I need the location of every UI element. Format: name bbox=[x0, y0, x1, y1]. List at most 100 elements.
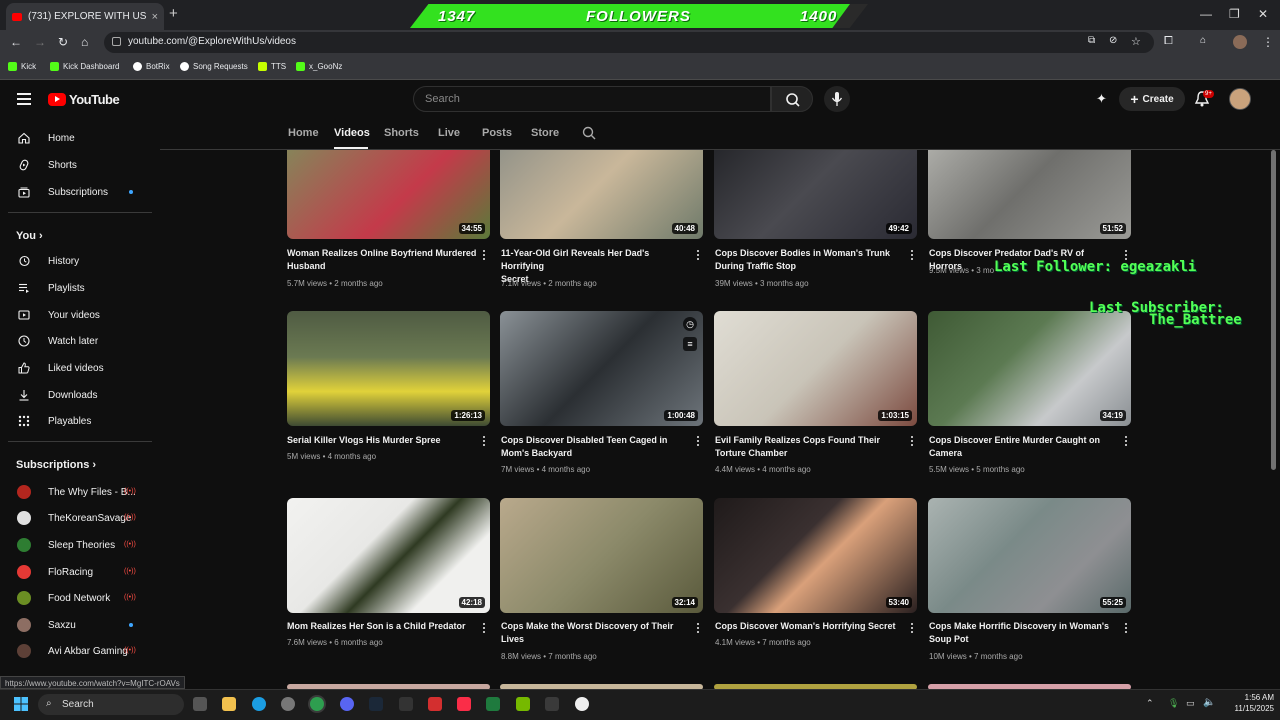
edge-icon[interactable] bbox=[252, 697, 266, 711]
sidebar-item-shorts[interactable]: Shorts bbox=[0, 152, 150, 178]
eye-off-icon[interactable]: ⊘ bbox=[1109, 35, 1117, 46]
page-scrollbar[interactable] bbox=[1271, 150, 1276, 470]
create-button[interactable]: + Create bbox=[1119, 87, 1185, 111]
steam-icon[interactable] bbox=[369, 697, 383, 711]
back-icon[interactable]: ← bbox=[10, 35, 22, 49]
mic-tray-icon[interactable]: 🎙 bbox=[1168, 698, 1179, 709]
watch-later-overlay-icon[interactable]: ◷ bbox=[683, 317, 697, 331]
video-title[interactable]: Mom Realizes Her Son is a Child Predator bbox=[287, 620, 477, 633]
bookmark-botrix[interactable]: BotRix bbox=[133, 62, 170, 71]
network-icon[interactable]: ▭ bbox=[1186, 698, 1195, 709]
bookmark-tts[interactable]: TTS bbox=[258, 62, 286, 71]
music-icon[interactable] bbox=[457, 697, 471, 711]
sidebar-item-playables[interactable]: Playables bbox=[0, 408, 150, 434]
home-browser-icon[interactable]: ⌂ bbox=[81, 35, 88, 49]
bookmark-kick-dashboard[interactable]: Kick Dashboard bbox=[50, 62, 119, 71]
video-title[interactable]: Cops Make the Worst Discovery of Their Li… bbox=[501, 620, 691, 646]
video-thumbnail[interactable]: 42:18 bbox=[287, 498, 490, 613]
reload-icon[interactable]: ↻ bbox=[58, 35, 68, 49]
discord-icon[interactable] bbox=[340, 697, 354, 711]
video-title[interactable]: Cops Discover Woman's Horrifying Secret bbox=[715, 620, 905, 633]
more-options-icon[interactable] bbox=[483, 623, 486, 635]
video-title[interactable]: Evil Family Realizes Cops Found Their Tor… bbox=[715, 434, 905, 460]
settings-icon[interactable] bbox=[281, 697, 295, 711]
system-clock[interactable]: 1:56 AM 11/15/2025 bbox=[1222, 692, 1274, 714]
sidebar-you-header[interactable]: You › bbox=[16, 230, 43, 242]
video-thumbnail[interactable]: 1:00:48 ◷ ≡ bbox=[500, 311, 703, 426]
windows-start-icon[interactable] bbox=[14, 697, 28, 711]
close-window-icon[interactable]: ✕ bbox=[1258, 7, 1268, 21]
sidebar-item-playlists[interactable]: Playlists bbox=[0, 275, 150, 301]
more-options-icon[interactable] bbox=[911, 250, 914, 262]
sidebar-item-downloads[interactable]: Downloads bbox=[0, 382, 150, 408]
video-thumbnail[interactable]: 34:19 bbox=[928, 311, 1131, 426]
tab-home-label[interactable]: Home bbox=[288, 127, 319, 139]
sidebar-item-history[interactable]: History bbox=[0, 248, 150, 274]
video-title[interactable]: Cops Discover Disabled Teen Caged in Mom'… bbox=[501, 434, 691, 460]
extensions-icon[interactable]: ⧠ bbox=[1164, 35, 1173, 48]
star-icon[interactable]: ☆ bbox=[1131, 35, 1141, 48]
video-thumbnail[interactable]: 32:14 bbox=[500, 498, 703, 613]
more-options-icon[interactable] bbox=[1125, 436, 1128, 448]
address-bar[interactable]: youtube.com/@ExploreWithUs/videos bbox=[104, 32, 1154, 53]
red-app-icon[interactable] bbox=[428, 697, 442, 711]
sidebar-item-liked-videos[interactable]: Liked videos bbox=[0, 355, 150, 381]
more-options-icon[interactable] bbox=[911, 623, 914, 635]
search-button[interactable] bbox=[771, 86, 813, 112]
restore-icon[interactable]: ❐ bbox=[1229, 7, 1240, 21]
more-options-icon[interactable] bbox=[697, 436, 700, 448]
tab-videos-label[interactable]: Videos bbox=[334, 127, 370, 139]
sidebar-subscriptions-header[interactable]: Subscriptions › bbox=[16, 459, 96, 471]
file-explorer-icon[interactable] bbox=[222, 697, 236, 711]
video-title[interactable]: Woman Realizes Online Boyfriend Murdered… bbox=[287, 247, 477, 273]
video-thumbnail[interactable]: 55:25 bbox=[928, 498, 1131, 613]
profile-switch-icon[interactable]: ⌂ bbox=[1200, 35, 1206, 46]
bookmark-kick[interactable]: Kick bbox=[8, 62, 36, 71]
cast-sparkle-icon[interactable]: ✦ bbox=[1096, 91, 1107, 107]
more-options-icon[interactable] bbox=[483, 250, 486, 262]
terminal-icon[interactable] bbox=[545, 697, 559, 711]
channel-search-icon[interactable] bbox=[582, 126, 596, 145]
taskbar-search[interactable]: Search bbox=[38, 694, 184, 715]
sidebar-item-home[interactable]: Home bbox=[0, 125, 150, 151]
more-options-icon[interactable] bbox=[697, 250, 700, 262]
account-avatar[interactable] bbox=[1229, 88, 1251, 110]
nvidia-icon[interactable] bbox=[516, 697, 530, 711]
video-title[interactable]: Serial Killer Vlogs His Murder Spree bbox=[287, 434, 477, 447]
task-view-icon[interactable] bbox=[193, 697, 207, 711]
video-title[interactable]: Cops Discover Bodies in Woman's Trunk Dur… bbox=[715, 247, 905, 273]
menu-icon[interactable] bbox=[17, 93, 31, 108]
tab-live-label[interactable]: Live bbox=[438, 127, 460, 139]
tab-posts-label[interactable]: Posts bbox=[482, 127, 512, 139]
tab-close-icon[interactable]: × bbox=[152, 11, 158, 23]
tab-shorts-label[interactable]: Shorts bbox=[384, 127, 419, 139]
sidebar-item-subscriptions[interactable]: Subscriptions bbox=[0, 179, 150, 205]
browser-profile-avatar[interactable] bbox=[1233, 35, 1247, 49]
video-title[interactable]: Cops Discover Entire Murder Caught on Cam… bbox=[929, 434, 1119, 460]
obs-studio-icon[interactable] bbox=[575, 697, 589, 711]
tab-store-label[interactable]: Store bbox=[531, 127, 559, 139]
youtube-logo[interactable]: YouTube bbox=[48, 92, 120, 107]
add-to-queue-icon[interactable]: ≡ bbox=[683, 337, 697, 351]
minimize-icon[interactable]: — bbox=[1200, 7, 1212, 21]
more-options-icon[interactable] bbox=[911, 436, 914, 448]
video-thumbnail[interactable]: 1:26:13 bbox=[287, 311, 490, 426]
sidebar-item-watch-later[interactable]: Watch later bbox=[0, 328, 150, 354]
site-info-icon[interactable] bbox=[112, 37, 121, 46]
voice-search-button[interactable] bbox=[824, 86, 850, 112]
bookmark-x-goonz[interactable]: x_GooNz bbox=[296, 62, 342, 71]
search-input[interactable]: Search bbox=[413, 86, 771, 112]
tray-overflow-icon[interactable]: ⌃ bbox=[1146, 698, 1154, 709]
video-thumbnail[interactable]: 53:40 bbox=[714, 498, 917, 613]
video-title[interactable]: Cops Make Horrific Discovery in Woman's S… bbox=[929, 620, 1119, 646]
sidebar-subscription[interactable]: Saxzu bbox=[0, 612, 150, 638]
volume-icon[interactable]: 🔈 bbox=[1203, 697, 1215, 708]
video-thumbnail[interactable]: 1:03:15 bbox=[714, 311, 917, 426]
bookmark-song-requests[interactable]: Song Requests bbox=[180, 62, 248, 71]
obs-app-icon[interactable] bbox=[399, 697, 413, 711]
more-options-icon[interactable] bbox=[697, 623, 700, 635]
new-tab-button[interactable]: + bbox=[169, 5, 178, 22]
sidebar-item-your-videos[interactable]: Your videos bbox=[0, 302, 150, 328]
excel-icon[interactable] bbox=[486, 697, 500, 711]
chrome-icon[interactable] bbox=[310, 697, 324, 711]
